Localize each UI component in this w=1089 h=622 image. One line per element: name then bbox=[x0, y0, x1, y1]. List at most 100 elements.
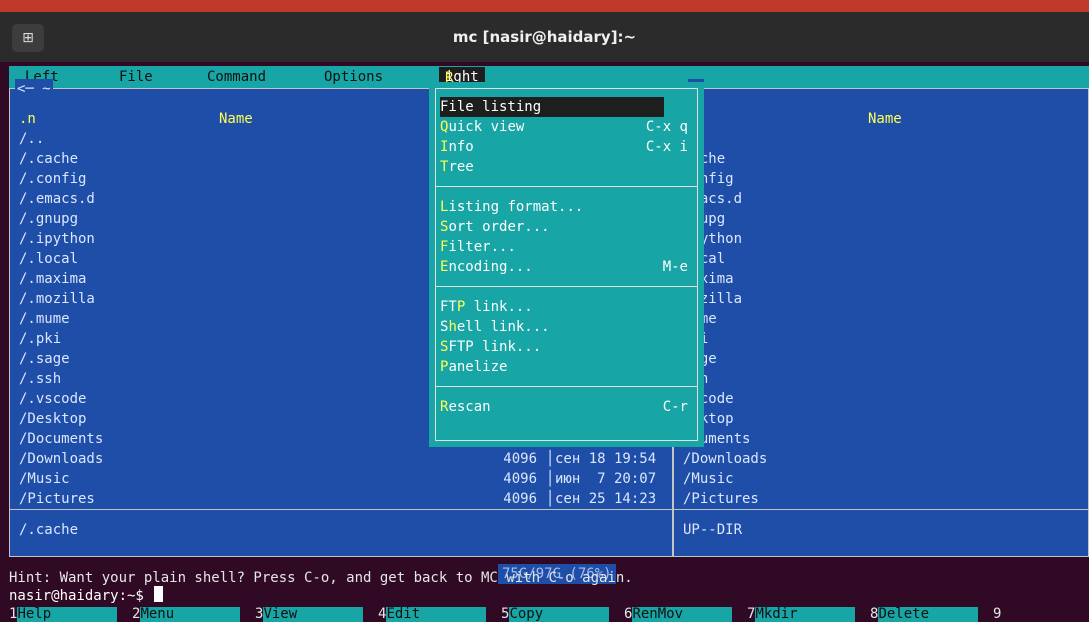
window-titlebar: ⊞ mc [nasir@haidary]:~ bbox=[0, 0, 1089, 62]
file-name: /.emacs.d bbox=[19, 191, 95, 207]
file-row[interactable]: local bbox=[683, 249, 1080, 269]
menu-item-ftp-link[interactable]: FTP link... bbox=[440, 297, 690, 317]
fkey-label: Delete bbox=[878, 607, 979, 622]
menu-file[interactable]: File bbox=[119, 67, 153, 87]
menu-item-panelize[interactable]: Panelize bbox=[440, 357, 690, 377]
file-row[interactable]: /Music bbox=[683, 469, 1080, 489]
file-row[interactable]: cache bbox=[683, 149, 1080, 169]
file-name: /.vscode bbox=[19, 391, 87, 407]
right-panel[interactable]: ~ Name.cacheconfigemacs.dgnupgipythonloc… bbox=[673, 79, 1089, 557]
file-row[interactable]: /Downloads bbox=[683, 449, 1080, 469]
file-row[interactable]: gnupg bbox=[683, 209, 1080, 229]
menu-item-label: Sort order... bbox=[440, 219, 550, 235]
fkey-help[interactable]: 1Help bbox=[9, 607, 118, 622]
file-name: /.ssh bbox=[19, 371, 62, 387]
fkey-copy[interactable]: 5Copy bbox=[501, 607, 610, 622]
menu-item-label: File listing bbox=[440, 99, 542, 115]
right-file-list[interactable]: Name.cacheconfigemacs.dgnupgipythonlocal… bbox=[683, 109, 1080, 509]
file-row[interactable]: ipython bbox=[683, 229, 1080, 249]
file-size: 4096 bbox=[503, 471, 537, 487]
file-row[interactable]: emacs.d bbox=[683, 189, 1080, 209]
menu-separator bbox=[435, 386, 698, 387]
file-row[interactable]: /Pictures bbox=[683, 489, 1080, 509]
file-name: /Desktop bbox=[19, 411, 87, 427]
left-panel-status: /.cache bbox=[19, 522, 79, 538]
file-row[interactable]: ocuments bbox=[683, 429, 1080, 449]
fkey-mkdir[interactable]: 7Mkdir bbox=[747, 607, 856, 622]
file-size: 4096 bbox=[503, 491, 537, 507]
file-name: /.sage bbox=[19, 351, 70, 367]
window-title: mc [nasir@haidary]:~ bbox=[452, 28, 637, 46]
fkey-label: RenMov bbox=[632, 607, 733, 622]
file-mtime: сен 18 19:54 bbox=[555, 451, 657, 467]
file-size: 4096 bbox=[503, 451, 537, 467]
menu-command[interactable]: Command bbox=[207, 67, 266, 87]
fkey-number: 7 bbox=[747, 607, 756, 622]
file-row[interactable]: ssh bbox=[683, 369, 1080, 389]
file-name: /.maxima bbox=[19, 271, 87, 287]
file-row[interactable]: /Downloads 4096 │ сен 18 19:54 bbox=[19, 449, 664, 469]
file-row[interactable]: sage bbox=[683, 349, 1080, 369]
file-name: /.config bbox=[19, 171, 87, 187]
fkey-label: Edit bbox=[386, 607, 487, 622]
left-panel-path[interactable]: <─ ~ bbox=[15, 79, 53, 99]
menu-item-label: Encoding... bbox=[440, 259, 533, 275]
fkey-renmov[interactable]: 6RenMov bbox=[624, 607, 733, 622]
name-column-header[interactable]: Name bbox=[868, 109, 902, 129]
fkey-view[interactable]: 3View bbox=[255, 607, 364, 622]
file-row[interactable]: esktop bbox=[683, 409, 1080, 429]
file-row[interactable]: mume bbox=[683, 309, 1080, 329]
fkey-pu[interactable]: 9Pu bbox=[993, 607, 1089, 622]
fkey-edit[interactable]: 4Edit bbox=[378, 607, 487, 622]
file-row[interactable]: maxima bbox=[683, 269, 1080, 289]
file-name: /.local bbox=[19, 251, 79, 267]
right-panel-divider bbox=[674, 509, 1088, 510]
file-name: /.mume bbox=[19, 311, 70, 327]
menu-separator bbox=[435, 286, 698, 287]
file-row[interactable]: . bbox=[683, 129, 1080, 149]
menu-item-sort-order[interactable]: Sort order... bbox=[440, 217, 690, 237]
fkey-number: 5 bbox=[501, 607, 510, 622]
menu-item-sftp-link[interactable]: SFTP link... bbox=[440, 337, 690, 357]
menu-item-tree[interactable]: Tree bbox=[440, 157, 690, 177]
file-name: /.cache bbox=[19, 151, 79, 167]
terminal[interactable]: Left File Command Options Right <─ ~ .n Name /… bbox=[9, 66, 1089, 622]
menu-item-label: SFTP link... bbox=[440, 339, 542, 355]
menu-item-shell-link[interactable]: Shell link... bbox=[440, 317, 690, 337]
menu-item-filter[interactable]: Filter... bbox=[440, 237, 690, 257]
fkey-delete[interactable]: 8Delete bbox=[870, 607, 979, 622]
file-row[interactable]: pki bbox=[683, 329, 1080, 349]
file-row[interactable]: mozilla bbox=[683, 289, 1080, 309]
name-column-header[interactable]: Name bbox=[219, 109, 253, 129]
file-name: /Documents bbox=[19, 431, 104, 447]
fkey-number: 9 bbox=[993, 607, 1002, 622]
shell-prompt[interactable]: nasir@haidary:~$ bbox=[9, 586, 164, 606]
file-name: /.mozilla bbox=[19, 291, 95, 307]
hint-line: Hint: Want your plain shell? Press C-o, … bbox=[9, 570, 633, 586]
menu-item-label: Listing format... bbox=[440, 199, 584, 215]
file-row[interactable]: /Music 4096 │ июн 7 20:07 bbox=[19, 469, 664, 489]
menu-item-encoding[interactable]: Encoding... M-e bbox=[440, 257, 690, 277]
menu-item-rescan[interactable]: Rescan C-r bbox=[440, 397, 690, 417]
file-row[interactable]: vscode bbox=[683, 389, 1080, 409]
column-separator: │ bbox=[546, 491, 555, 507]
dropdown-frame: File listing Quick view C-x q Info C-x i Tree… bbox=[435, 88, 698, 441]
menu-item-label: Shell link... bbox=[440, 319, 550, 335]
file-row[interactable]: config bbox=[683, 169, 1080, 189]
menu-options[interactable]: Options bbox=[324, 67, 383, 87]
fkey-label: Copy bbox=[509, 607, 610, 622]
fkey-number: 4 bbox=[378, 607, 387, 622]
column-separator: │ bbox=[546, 451, 555, 467]
file-mtime: сен 25 14:23 bbox=[555, 491, 657, 507]
menu-item-info[interactable]: Info C-x i bbox=[440, 137, 690, 157]
right-dropdown-menu: File listing Quick view C-x q Info C-x i Tree… bbox=[429, 82, 704, 447]
menu-item-quick-view[interactable]: Quick view C-x q bbox=[440, 117, 690, 137]
menu-item-file-listing[interactable]: File listing bbox=[440, 97, 664, 117]
file-mtime: июн 7 20:07 bbox=[555, 471, 657, 487]
menu-item-listing-format[interactable]: Listing format... bbox=[440, 197, 690, 217]
menu-item-label: Panelize bbox=[440, 359, 508, 375]
fkey-menu[interactable]: 2Menu bbox=[132, 607, 241, 622]
fkey-number: 6 bbox=[624, 607, 633, 622]
menu-item-label: Quick view bbox=[440, 119, 525, 135]
file-row[interactable]: /Pictures 4096 │ сен 25 14:23 bbox=[19, 489, 664, 509]
